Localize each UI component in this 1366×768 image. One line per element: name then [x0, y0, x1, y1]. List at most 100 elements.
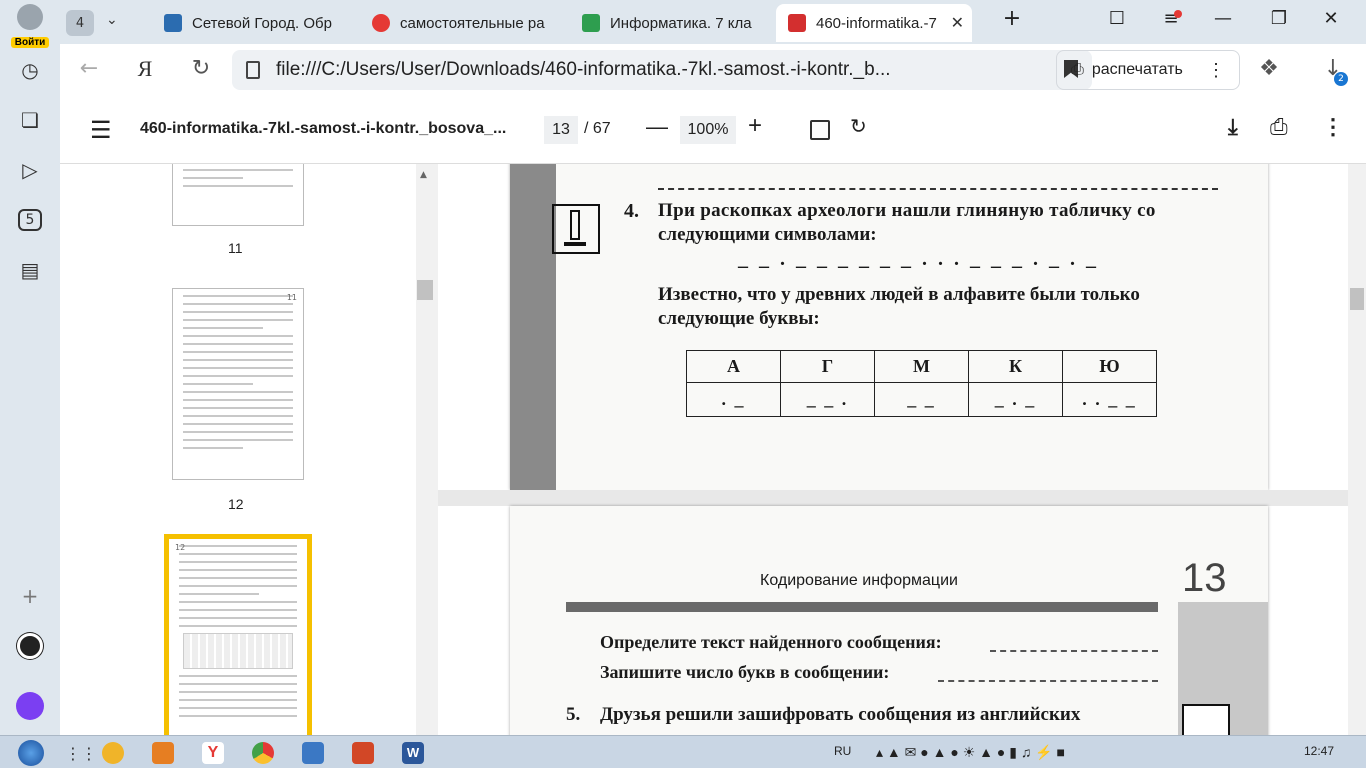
yandex-favicon-icon	[372, 14, 390, 32]
table-code-cell: _ . _	[968, 382, 1063, 417]
print-icon[interactable]: ⎙	[1270, 114, 1288, 140]
thumbnail-label-12: 12	[228, 496, 244, 512]
page-gap	[438, 490, 1348, 506]
media-play-icon[interactable]: ▷	[14, 154, 46, 186]
pencil-task-icon	[1182, 704, 1230, 735]
reload-icon[interactable]: ↻	[186, 56, 216, 81]
tab-title: Сетевой Город. Обр	[192, 14, 332, 32]
table-code-cell: _ _	[874, 382, 969, 417]
zoom-in-icon[interactable]: +	[748, 112, 762, 140]
scrollbar-thumb[interactable]	[417, 280, 433, 300]
tab-setevoy-gorod[interactable]: Сетевой Город. Обр	[152, 4, 354, 42]
login-button[interactable]: Войти	[8, 4, 52, 48]
rotate-icon[interactable]: ↻	[850, 114, 867, 139]
thumbnail-corner-number: 11	[286, 293, 297, 302]
close-tab-icon[interactable]: ✕	[951, 13, 964, 33]
restore-icon[interactable]: ❐	[1264, 8, 1294, 29]
security-app-icon[interactable]	[294, 739, 332, 767]
thumbnail-panel: 11 11 12 12 ▲	[60, 164, 438, 735]
history-icon[interactable]: ◷	[14, 54, 46, 86]
windows-taskbar: ⋮⋮ Y W RU ▴ ▲ ✉ ● ▲ ● ☀ ▲ ● ▮ ♫ ⚡ ■ 12:4…	[0, 735, 1366, 768]
add-panel-icon[interactable]: +	[14, 580, 46, 612]
powerpoint-icon[interactable]	[344, 739, 382, 767]
more-options-icon[interactable]: ⋮	[1207, 60, 1225, 81]
zoom-input[interactable]: 100%	[680, 116, 736, 144]
tab-pdf-active[interactable]: 460-informatika.-7 ✕	[776, 4, 972, 42]
browser-sidebar: Войти ◷ ❏ ▷ 5 ▤ +	[0, 0, 60, 735]
fit-page-icon[interactable]	[810, 120, 830, 140]
print-label: распечатать	[1091, 61, 1183, 78]
thumbnail-corner-number: 12	[175, 543, 186, 552]
printer-icon: ⎙	[1071, 61, 1084, 78]
minimize-icon[interactable]: —	[1208, 8, 1238, 29]
scroll-up-icon[interactable]: ▲	[420, 170, 427, 180]
new-tab-button[interactable]: +	[997, 6, 1027, 31]
avatar-icon	[17, 4, 43, 30]
login-label: Войти	[10, 37, 50, 48]
tab-samostoyatelnye[interactable]: самостоятельные ра	[360, 4, 560, 42]
clock[interactable]: 12:47	[1304, 744, 1334, 758]
known-line1: Известно, что у древних людей в алфавите…	[658, 284, 1140, 305]
page13-header: Кодирование информации	[760, 572, 958, 589]
more-actions-icon[interactable]: ⋮	[1322, 114, 1344, 140]
scrollbar-thumb[interactable]	[1350, 288, 1364, 310]
downloads-icon[interactable]: ↓ 2	[1318, 56, 1348, 86]
yandex-logo-icon[interactable]: Я	[130, 56, 160, 82]
chrome-icon[interactable]	[244, 739, 282, 767]
page-number-input[interactable]: 13	[544, 116, 578, 144]
document-scrollbar[interactable]	[1348, 164, 1366, 735]
close-window-icon[interactable]: ✕	[1316, 8, 1346, 29]
url-bar[interactable]: file:///C:/Users/User/Downloads/460-info…	[232, 50, 1092, 90]
table-code-cell: . . _ _	[1062, 382, 1157, 417]
thumbnail-page-13-selected[interactable]: 12	[164, 534, 312, 735]
downloads-badge: 2	[1334, 72, 1348, 86]
yandex-browser-icon[interactable]: Y	[194, 739, 232, 767]
bookmarks-icon[interactable]: ☐	[1102, 8, 1132, 29]
pdf-favicon-icon	[788, 14, 806, 32]
back-arrow-icon[interactable]: ←	[74, 56, 104, 81]
tab-count-button[interactable]: 4	[66, 10, 94, 36]
alice-ring-icon[interactable]	[14, 630, 46, 662]
task4-line2: следующими символами:	[658, 224, 877, 245]
zoom-out-icon[interactable]: —	[646, 114, 668, 140]
table-code-cell: . _	[686, 382, 781, 417]
thumbnail-label-11: 11	[228, 240, 243, 256]
start-button[interactable]	[12, 739, 50, 767]
table-header-cell: А	[686, 350, 781, 383]
collections-icon[interactable]: ❏	[14, 104, 46, 136]
print-button[interactable]: ⎙ распечатать ⋮	[1056, 50, 1240, 90]
page-edge-shadow	[510, 164, 556, 490]
tab-title: 460-informatika.-7	[816, 14, 937, 32]
tab-title: самостоятельные ра	[400, 14, 545, 32]
tab-informatika[interactable]: Информатика. 7 кла	[570, 4, 774, 42]
screenshot-icon[interactable]: ▤	[14, 254, 46, 286]
table-header-cell: К	[968, 350, 1063, 383]
explorer-icon[interactable]	[94, 739, 132, 767]
table-header-cell: Ю	[1062, 350, 1157, 383]
task4-number: 4.	[624, 200, 639, 222]
word-icon[interactable]: W	[394, 739, 432, 767]
address-row: ← Я ↻ file:///C:/Users/User/Downloads/46…	[60, 44, 1366, 96]
thumbnail-scrollbar[interactable]: ▲	[416, 164, 438, 735]
task4-line1: При раскопках археологи нашли глиняную т…	[658, 200, 1156, 221]
extensions-icon[interactable]: ❖	[1254, 56, 1284, 81]
code-sequence: _ _ . _ _ _ _ _ _ . . . _ _ _ . _ . _	[738, 248, 1099, 270]
tab-title: Информатика. 7 кла	[610, 14, 752, 32]
badge-5-label: 5	[17, 209, 43, 231]
language-indicator[interactable]: RU	[834, 744, 851, 758]
header-rule	[566, 602, 1158, 612]
line-define-text: Определите текст найденного сообщения:	[600, 632, 942, 652]
page13-number: 13	[1182, 556, 1227, 600]
media-player-icon[interactable]	[144, 739, 182, 767]
badge-5-button[interactable]: 5	[14, 204, 46, 236]
alice-assistant-icon[interactable]	[14, 690, 46, 722]
menu-icon[interactable]: ≡	[1156, 8, 1186, 29]
line-count-text: Запишите число букв в сообщении:	[600, 662, 890, 682]
chevron-down-icon[interactable]: ⌄	[106, 12, 118, 28]
thumbnail-page-12[interactable]: 11	[172, 288, 304, 480]
hamburger-menu-icon[interactable]: ☰	[90, 116, 112, 145]
pdf-filename: 460-informatika.-7kl.-samost.-i-kontr._b…	[140, 120, 507, 137]
tray-icons[interactable]: ▴ ▲ ✉ ● ▲ ● ☀ ▲ ● ▮ ♫ ⚡ ■	[876, 744, 1065, 761]
thumbnail-page-11[interactable]	[172, 164, 304, 226]
download-icon[interactable]: ⤓	[1228, 114, 1238, 140]
